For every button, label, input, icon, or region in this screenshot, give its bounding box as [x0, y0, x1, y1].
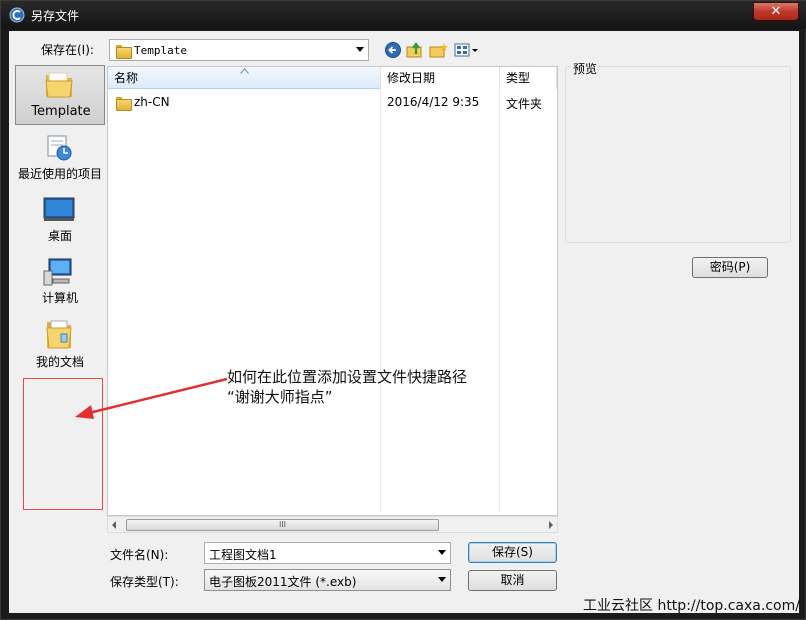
location-value: Template: [134, 44, 187, 57]
computer-icon: [43, 258, 72, 286]
place-label: Template: [31, 104, 91, 119]
chevron-down-icon[interactable]: [438, 550, 446, 555]
title-bar[interactable]: 另存文件 ✕: [1, 1, 806, 29]
chevron-down-icon[interactable]: [438, 577, 446, 582]
close-icon: ✕: [770, 4, 782, 19]
filename-label: 文件名(N):: [110, 548, 169, 562]
watermark: 工业云社区 http://top.caxa.com/: [583, 598, 800, 614]
filename-input[interactable]: 工程图文档1: [204, 542, 451, 564]
filetype-select[interactable]: 电子图板2011文件 (*.exb): [204, 569, 451, 591]
dialog-client-area: 保存在(I): Template Template 最近使用的项目 桌面 计算机…: [9, 31, 799, 613]
file-name: zh-CN: [134, 95, 170, 109]
column-header-label: 修改日期: [387, 71, 436, 85]
file-type: 文件夹: [506, 97, 543, 111]
recent-items-icon: [47, 135, 72, 161]
view-menu-icon[interactable]: [453, 41, 479, 59]
arrow-annotation-icon: [75, 377, 228, 419]
folder-icon: [116, 45, 132, 59]
place-label: 计算机: [41, 291, 78, 305]
column-header-label: 类型: [506, 71, 531, 85]
column-header-type[interactable]: 类型: [500, 67, 557, 89]
place-desktop[interactable]: 桌面: [15, 193, 105, 251]
place-label: 桌面: [47, 229, 72, 243]
filetype-label: 保存类型(T):: [110, 575, 179, 589]
annotation-text: 如何在此位置添加设置文件快捷路径 “谢谢大师指点”: [227, 367, 467, 407]
preview-title: 预览: [571, 60, 600, 77]
place-label: 我的文档: [35, 355, 84, 369]
chevron-down-icon[interactable]: [356, 47, 364, 52]
grip-icon: III: [278, 520, 287, 529]
close-button[interactable]: ✕: [753, 2, 799, 21]
place-template[interactable]: Template: [15, 65, 105, 125]
up-folder-icon[interactable]: [405, 41, 425, 59]
password-button[interactable]: 密码(P): [692, 257, 768, 278]
back-icon[interactable]: [383, 41, 403, 59]
desktop-icon: [43, 197, 75, 221]
place-computer[interactable]: 计算机: [15, 255, 105, 313]
file-list[interactable]: 名称 修改日期 类型 zh-CN 2016/4/12 9:35 文件夹: [107, 66, 558, 516]
documents-icon: [46, 320, 72, 349]
table-row[interactable]: zh-CN 2016/4/12 9:35 文件夹: [108, 93, 557, 113]
scroll-thumb[interactable]: III: [126, 519, 439, 531]
filename-value: 工程图文档1: [209, 548, 277, 562]
save-file-dialog: 另存文件 ✕ 保存在(I): Template Template 最近使用的项目…: [0, 0, 806, 620]
column-header-label: 名称: [114, 71, 139, 85]
horizontal-scrollbar[interactable]: III: [107, 516, 558, 533]
location-label: 保存在(I):: [41, 43, 94, 57]
preview-panel: [565, 66, 791, 243]
annotation-line: “谢谢大师指点”: [227, 388, 333, 406]
annotation-line: 如何在此位置添加设置文件快捷路径: [227, 368, 468, 386]
scroll-right-icon[interactable]: [549, 521, 553, 529]
cancel-button[interactable]: 取消: [468, 570, 557, 591]
place-label: 最近使用的项目: [17, 167, 102, 181]
caxa-app-icon: [9, 7, 25, 23]
new-folder-icon[interactable]: [429, 41, 449, 59]
column-divider: [499, 89, 500, 512]
filetype-value: 电子图板2011文件 (*.exb): [209, 575, 357, 589]
location-combo[interactable]: Template: [109, 39, 369, 61]
folder-icon: [116, 97, 132, 111]
column-divider: [380, 89, 381, 512]
place-recent[interactable]: 最近使用的项目: [15, 131, 105, 189]
folder-icon: [45, 72, 73, 98]
save-button[interactable]: 保存(S): [468, 542, 557, 563]
window-title: 另存文件: [31, 9, 80, 23]
places-bar: Template 最近使用的项目 桌面 计算机 我的文档: [15, 63, 105, 611]
sort-ascending-icon: [240, 68, 249, 74]
file-date: 2016/4/12 9:35: [387, 95, 480, 109]
column-header-name[interactable]: 名称: [108, 67, 381, 89]
scroll-left-icon[interactable]: [112, 521, 116, 529]
place-documents[interactable]: 我的文档: [15, 317, 105, 375]
column-header-date[interactable]: 修改日期: [381, 67, 500, 89]
